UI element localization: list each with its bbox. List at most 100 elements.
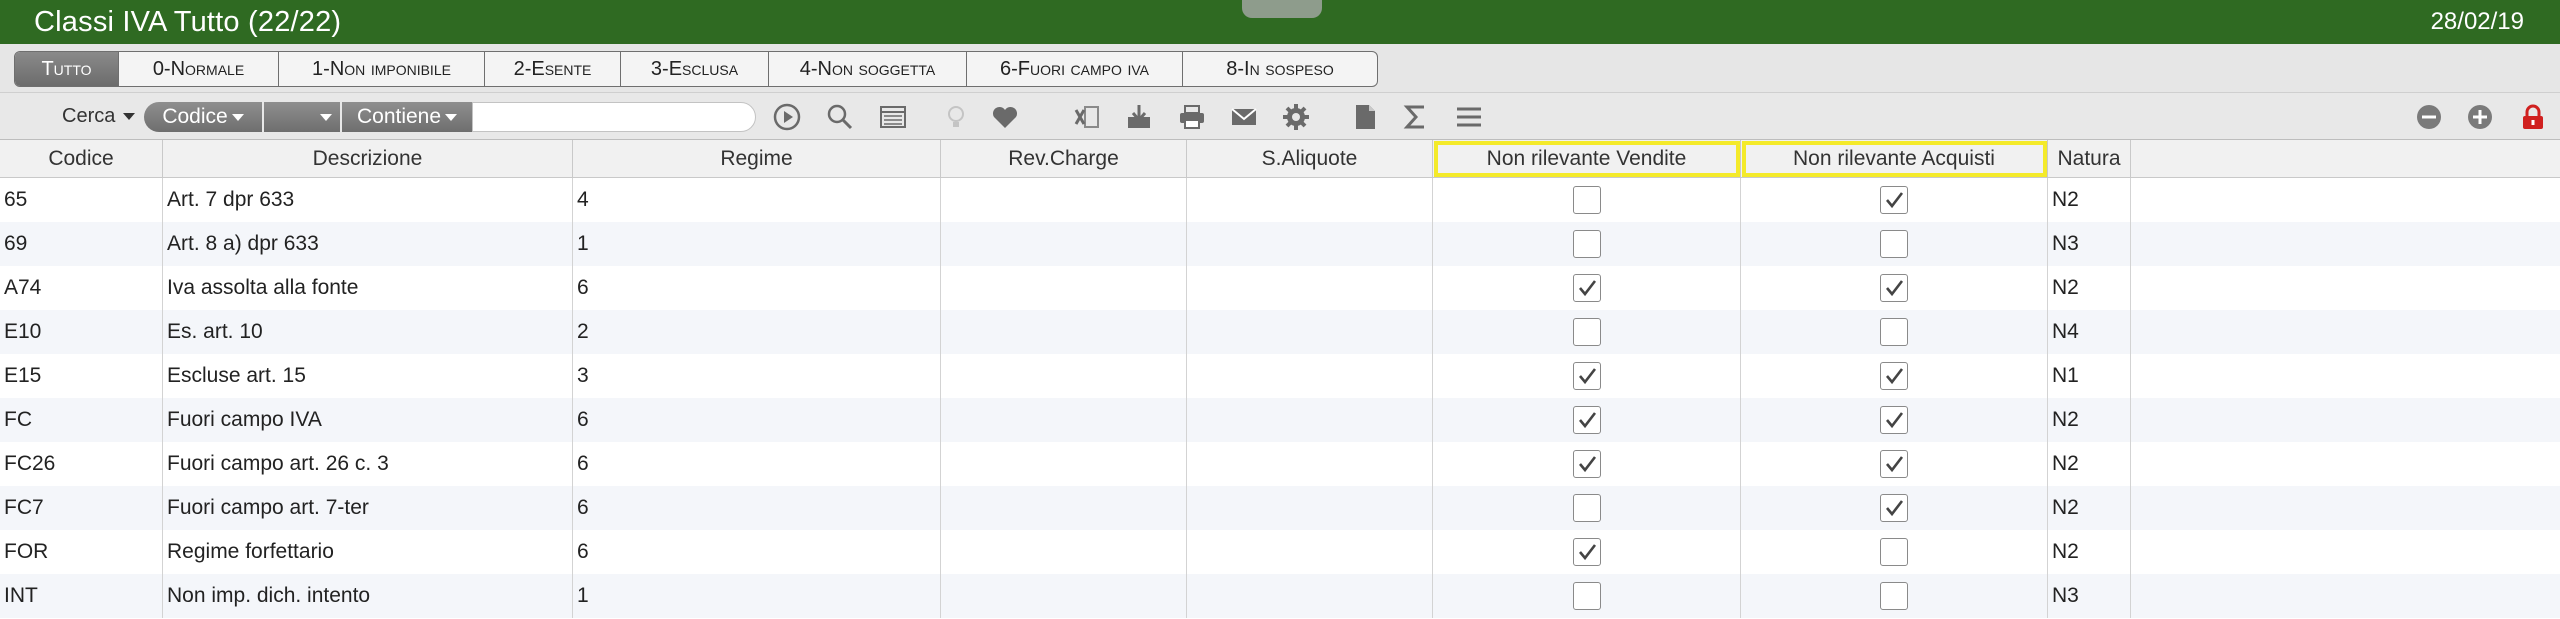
table-row[interactable]: INT Non imp. dich. intento 1 N3 bbox=[0, 574, 2560, 618]
checkbox-cell bbox=[1741, 486, 2048, 530]
checkbox-non-rilevante-vendite[interactable] bbox=[1572, 318, 1601, 346]
table-body: 65 Art. 7 dpr 633 4 N2 69 Art. 8 a) dpr 633 1 N… bbox=[0, 178, 2560, 618]
heart-icon[interactable] bbox=[990, 103, 1020, 131]
table-row[interactable]: A74 Iva assolta alla fonte 6 N2 bbox=[0, 266, 2560, 310]
table-row[interactable]: FOR Regime forfettario 6 N2 bbox=[0, 530, 2560, 574]
checkbox-cell bbox=[1433, 178, 1741, 222]
cell-regime: 3 bbox=[573, 354, 941, 398]
checkbox-non-rilevante-acquisti[interactable] bbox=[1880, 494, 1908, 522]
cell-s-aliquote bbox=[1187, 354, 1433, 398]
tab-normale[interactable]: 0-Normale bbox=[119, 52, 279, 86]
field-select[interactable]: Codice bbox=[144, 102, 262, 132]
checkbox-non-rilevante-vendite[interactable] bbox=[1572, 538, 1601, 566]
checkbox-non-rilevante-acquisti[interactable] bbox=[1880, 538, 1908, 566]
chevron-down-icon bbox=[231, 113, 244, 121]
document-icon[interactable] bbox=[1350, 103, 1380, 131]
column-header-descrizione[interactable]: Descrizione bbox=[163, 140, 573, 178]
cell-codice: 65 bbox=[0, 178, 163, 222]
tab-esente[interactable]: 2-Esente bbox=[485, 52, 621, 86]
classi-iva-table: Codice Descrizione Regime Rev.Charge S.A… bbox=[0, 140, 2560, 618]
cell-codice: FOR bbox=[0, 530, 163, 574]
download-icon[interactable] bbox=[1124, 103, 1154, 131]
cell-rev-charge bbox=[941, 574, 1187, 618]
cell-regime: 1 bbox=[573, 574, 941, 618]
checkbox-non-rilevante-acquisti[interactable] bbox=[1880, 318, 1908, 346]
chevron-down-icon bbox=[320, 113, 332, 121]
checkbox-cell bbox=[1433, 266, 1741, 310]
checkbox-cell bbox=[1433, 486, 1741, 530]
add-icon[interactable] bbox=[2465, 103, 2495, 131]
tab-non-imponibile[interactable]: 1-Non imponibile bbox=[279, 52, 485, 86]
tab-fuori-campo-iva[interactable]: 6-Fuori campo iva bbox=[967, 52, 1183, 86]
table-row[interactable]: 65 Art. 7 dpr 633 4 N2 bbox=[0, 178, 2560, 222]
table-row[interactable]: FC7 Fuori campo art. 7-ter 6 N2 bbox=[0, 486, 2560, 530]
checkbox-non-rilevante-acquisti[interactable] bbox=[1880, 274, 1908, 302]
blank-select[interactable] bbox=[264, 102, 340, 132]
column-header-non-rilevante-vendite[interactable]: Non rilevante Vendite bbox=[1433, 140, 1741, 178]
tab-esclusa[interactable]: 3-Esclusa bbox=[621, 52, 769, 86]
sum-icon[interactable] bbox=[1401, 103, 1431, 131]
checkbox-non-rilevante-vendite[interactable] bbox=[1572, 450, 1601, 478]
cell-descrizione: Art. 8 a) dpr 633 bbox=[163, 222, 573, 266]
list-view-icon[interactable] bbox=[878, 103, 908, 131]
play-icon[interactable] bbox=[772, 103, 802, 131]
checkbox-non-rilevante-acquisti[interactable] bbox=[1880, 582, 1908, 610]
field-select-value: Codice bbox=[162, 105, 228, 128]
table-row[interactable]: FC26 Fuori campo art. 26 c. 3 6 N2 bbox=[0, 442, 2560, 486]
tab-tutto[interactable]: Tutto bbox=[15, 52, 119, 86]
column-header-rev-charge[interactable]: Rev.Charge bbox=[941, 140, 1187, 178]
checkmark-icon bbox=[1578, 368, 1596, 385]
tab-non-soggetta[interactable]: 4-Non soggetta bbox=[769, 52, 967, 86]
checkbox-non-rilevante-vendite[interactable] bbox=[1572, 494, 1601, 522]
cell-descrizione: Escluse art. 15 bbox=[163, 354, 573, 398]
search-input[interactable] bbox=[472, 102, 756, 132]
remove-icon[interactable] bbox=[2414, 103, 2444, 131]
gear-icon[interactable] bbox=[1281, 103, 1311, 131]
checkbox-non-rilevante-acquisti[interactable] bbox=[1880, 406, 1908, 434]
cell-rev-charge bbox=[941, 442, 1187, 486]
table-row[interactable]: E15 Escluse art. 15 3 N1 bbox=[0, 354, 2560, 398]
checkbox-non-rilevante-vendite[interactable] bbox=[1572, 582, 1601, 610]
table-row[interactable]: E10 Es. art. 10 2 N4 bbox=[0, 310, 2560, 354]
print-icon[interactable] bbox=[1177, 103, 1207, 131]
cell-s-aliquote bbox=[1187, 574, 1433, 618]
checkbox-non-rilevante-vendite[interactable] bbox=[1572, 362, 1601, 390]
checkbox-non-rilevante-acquisti[interactable] bbox=[1880, 362, 1908, 390]
table-row[interactable]: FC Fuori campo IVA 6 N2 bbox=[0, 398, 2560, 442]
column-header-regime[interactable]: Regime bbox=[573, 140, 941, 178]
cerca-label: Cerca bbox=[62, 105, 116, 127]
checkbox-non-rilevante-acquisti[interactable] bbox=[1880, 450, 1908, 478]
cell-s-aliquote bbox=[1187, 398, 1433, 442]
checkbox-non-rilevante-vendite[interactable] bbox=[1572, 406, 1601, 434]
menu-icon[interactable] bbox=[1454, 103, 1484, 131]
checkbox-non-rilevante-acquisti[interactable] bbox=[1880, 186, 1908, 214]
checkmark-icon bbox=[1886, 192, 1904, 209]
mail-icon[interactable] bbox=[1229, 103, 1259, 131]
checkbox-non-rilevante-vendite[interactable] bbox=[1572, 186, 1601, 214]
checkbox-non-rilevante-acquisti[interactable] bbox=[1880, 230, 1908, 258]
checkbox-non-rilevante-vendite[interactable] bbox=[1572, 274, 1601, 302]
column-header-non-rilevante-acquisti[interactable]: Non rilevante Acquisti bbox=[1741, 140, 2048, 178]
checkbox-non-rilevante-vendite[interactable] bbox=[1572, 230, 1601, 258]
pull-handle[interactable] bbox=[1242, 0, 1322, 18]
checkbox-cell bbox=[1433, 530, 1741, 574]
column-header-natura[interactable]: Natura bbox=[2048, 140, 2131, 178]
cell-regime: 6 bbox=[573, 398, 941, 442]
checkbox-cell bbox=[1433, 574, 1741, 618]
table-row[interactable]: 69 Art. 8 a) dpr 633 1 N3 bbox=[0, 222, 2560, 266]
excel-icon[interactable] bbox=[1072, 103, 1102, 131]
search-icon[interactable] bbox=[825, 103, 855, 131]
cell-s-aliquote bbox=[1187, 266, 1433, 310]
cell-regime: 6 bbox=[573, 442, 941, 486]
checkmark-icon bbox=[1886, 412, 1904, 429]
cell-descrizione: Art. 7 dpr 633 bbox=[163, 178, 573, 222]
lightbulb-icon[interactable] bbox=[941, 103, 971, 131]
operator-select[interactable]: Contiene bbox=[342, 102, 472, 132]
cerca-dropdown[interactable]: Cerca bbox=[62, 105, 136, 128]
cell-rev-charge bbox=[941, 354, 1187, 398]
checkmark-icon bbox=[1886, 456, 1904, 473]
column-header-codice[interactable]: Codice bbox=[0, 140, 163, 178]
lock-icon[interactable] bbox=[2518, 103, 2548, 131]
tab-in-sospeso[interactable]: 8-In sospeso bbox=[1183, 52, 1377, 86]
column-header-s-aliquote[interactable]: S.Aliquote bbox=[1187, 140, 1433, 178]
